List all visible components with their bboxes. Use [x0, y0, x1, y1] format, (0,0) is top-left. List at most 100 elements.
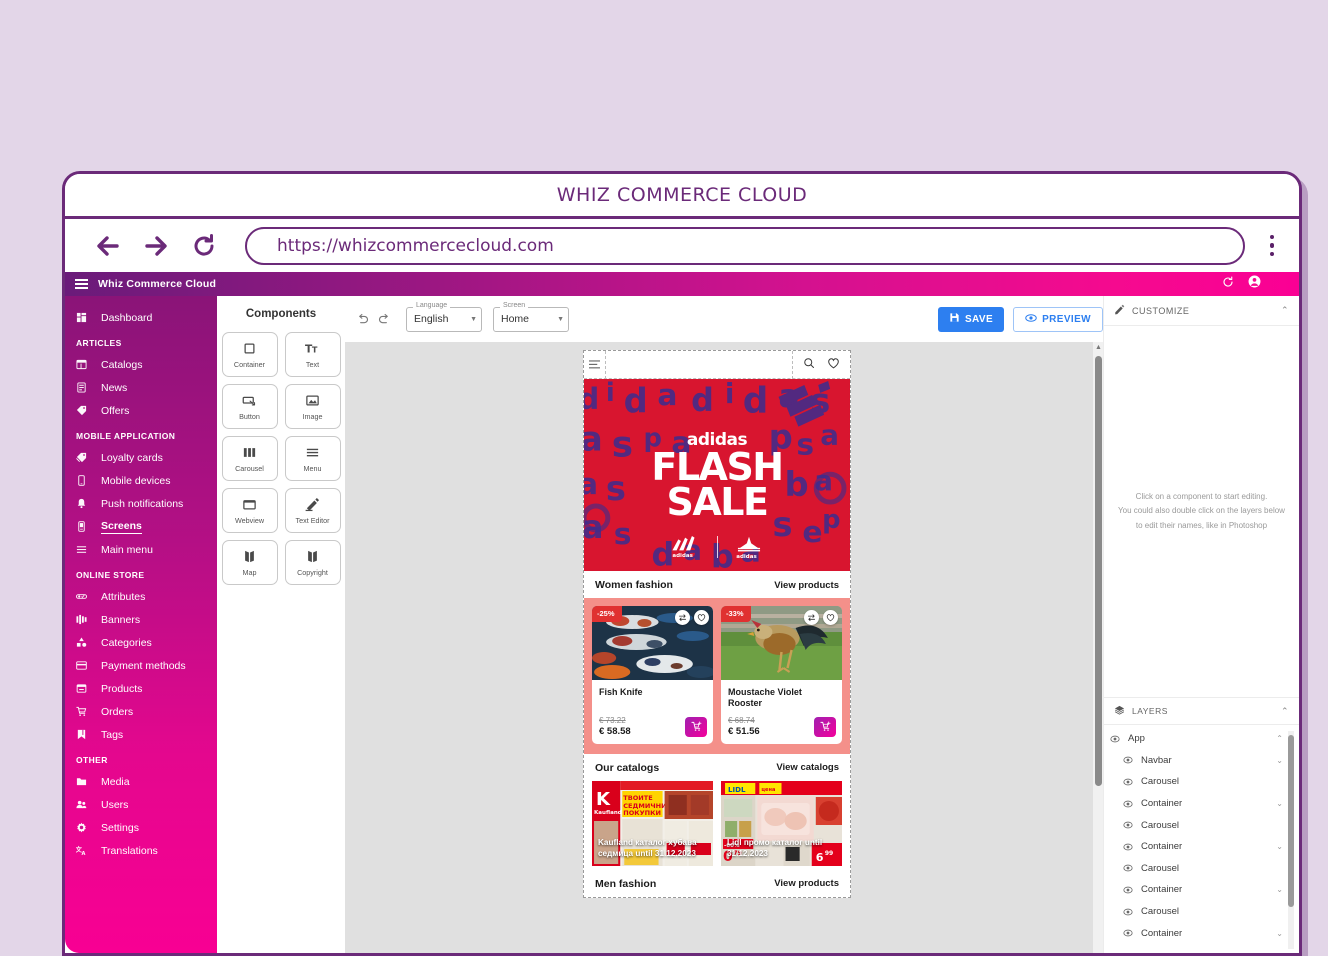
heart-outline-icon[interactable] [694, 610, 709, 625]
save-button[interactable]: SAVE [938, 307, 1004, 332]
section-header-our-catalogs[interactable]: Our catalogs View catalogs [584, 754, 850, 781]
component-tile-text-editor[interactable]: Text Editor [285, 488, 341, 533]
sidebar-item-loyalty-cards[interactable]: Loyalty cards [65, 446, 217, 469]
canvas-scrollbar-thumb[interactable] [1095, 356, 1102, 786]
layer-row[interactable]: Carousel [1104, 814, 1299, 836]
sidebar-item-media[interactable]: Media [65, 770, 217, 793]
eye-visibility-icon[interactable] [1117, 907, 1139, 917]
preview-button[interactable]: PREVIEW [1013, 307, 1103, 332]
preview-navbar[interactable] [584, 351, 850, 379]
design-canvas[interactable]: d i d a d i d a s a [345, 342, 1092, 953]
heart-outline-icon[interactable] [823, 610, 838, 625]
eye-visibility-icon[interactable] [1117, 863, 1139, 873]
hero-banner[interactable]: d i d a d i d a s a [584, 379, 850, 571]
component-tile-image[interactable]: Image [285, 384, 341, 429]
sidebar-item-users[interactable]: Users [65, 793, 217, 816]
component-tile-webview[interactable]: Webview [222, 488, 278, 533]
product-card[interactable]: -25% [592, 606, 713, 744]
account-circle-icon[interactable] [1248, 275, 1261, 293]
sidebar-item-tags[interactable]: Tags [65, 723, 217, 746]
chevron-down-icon[interactable]: ⌄ [1276, 885, 1283, 894]
layer-row[interactable]: Carousel [1104, 858, 1299, 880]
section-header-men-fashion[interactable]: Men fashion View products [584, 870, 850, 897]
chevron-up-icon[interactable]: ⌃ [1276, 734, 1283, 743]
layer-row[interactable]: Container⌄ [1104, 879, 1299, 901]
chevron-down-icon[interactable]: ⌄ [1276, 842, 1283, 851]
address-bar[interactable]: https://whizcommercecloud.com [245, 227, 1245, 265]
sidebar-item-settings[interactable]: Settings [65, 816, 217, 839]
reload-icon[interactable] [187, 229, 221, 263]
eye-visibility-icon[interactable] [1117, 928, 1139, 938]
product-card[interactable]: -33% [721, 606, 842, 744]
heart-icon[interactable] [827, 356, 840, 374]
layer-row[interactable]: Carousel [1104, 901, 1299, 923]
eye-visibility-icon[interactable] [1117, 777, 1139, 787]
canvas-scrollbar[interactable]: ▲ [1092, 342, 1103, 953]
sidebar-item-attributes[interactable]: Attributes [65, 585, 217, 608]
component-tile-copyright[interactable]: Copyright [285, 540, 341, 585]
eye-visibility-icon[interactable] [1117, 842, 1139, 852]
sidebar-item-push-notifications[interactable]: Push notifications [65, 492, 217, 515]
sidebar-item-dashboard[interactable]: Dashboard [65, 306, 217, 329]
preview-menu-icon[interactable] [584, 351, 606, 379]
sidebar-item-main-menu[interactable]: Main menu [65, 538, 217, 561]
sidebar-item-categories[interactable]: Categories [65, 631, 217, 654]
sidebar-item-orders[interactable]: Orders [65, 700, 217, 723]
sidebar-item-mobile-devices[interactable]: Mobile devices [65, 469, 217, 492]
layer-row[interactable]: Navbar⌄ [1104, 750, 1299, 772]
layer-row[interactable]: Container⌄ [1104, 836, 1299, 858]
scroll-up-arrow-icon[interactable]: ▲ [1095, 344, 1102, 351]
layers-header[interactable]: LAYERS ⌃ [1104, 697, 1299, 725]
component-tile-text[interactable]: TTText [285, 332, 341, 377]
sidebar-item-products[interactable]: Products [65, 677, 217, 700]
layer-row[interactable]: App⌃ [1104, 728, 1299, 750]
add-to-cart-icon[interactable] [814, 717, 836, 737]
sidebar-item-news[interactable]: News [65, 376, 217, 399]
redo-icon[interactable] [373, 308, 395, 330]
chevron-up-icon[interactable]: ⌃ [1281, 305, 1289, 316]
catalog-card[interactable]: LIDL цена -60 [721, 781, 842, 866]
back-arrow-icon[interactable] [91, 229, 125, 263]
eye-visibility-icon[interactable] [1117, 885, 1139, 895]
layers-list[interactable]: App⌃Navbar⌄CarouselContainer⌄CarouselCon… [1104, 725, 1299, 953]
component-tile-carousel[interactable]: Carousel [222, 436, 278, 481]
sidebar-item-payment-methods[interactable]: Payment methods [65, 654, 217, 677]
language-select[interactable]: Language English ▼ [406, 307, 482, 332]
eye-visibility-icon[interactable] [1117, 755, 1139, 765]
eye-visibility-icon[interactable] [1104, 734, 1126, 744]
catalogs-carousel[interactable]: K Kaufland ТВОИТЕ СЕДМИЧНИ ПОКУПКИ [584, 781, 850, 870]
section-link[interactable]: View products [774, 878, 839, 889]
layer-row[interactable]: Carousel [1104, 771, 1299, 793]
forward-arrow-icon[interactable] [139, 229, 173, 263]
sidebar-item-translations[interactable]: 文ATranslations [65, 839, 217, 862]
section-link[interactable]: View catalogs [776, 762, 839, 773]
layer-row[interactable]: Container⌄ [1104, 922, 1299, 944]
section-header-women-fashion[interactable]: Women fashion View products [584, 571, 850, 598]
catalog-card[interactable]: K Kaufland ТВОИТЕ СЕДМИЧНИ ПОКУПКИ [592, 781, 713, 866]
layers-scrollbar-thumb[interactable] [1288, 735, 1294, 907]
eye-visibility-icon[interactable] [1117, 799, 1139, 809]
chevron-down-icon[interactable]: ⌄ [1276, 929, 1283, 938]
sidebar-item-banners[interactable]: Banners [65, 608, 217, 631]
eye-visibility-icon[interactable] [1117, 820, 1139, 830]
component-tile-map[interactable]: Map [222, 540, 278, 585]
search-icon[interactable] [803, 356, 815, 374]
products-carousel[interactable]: -25% [584, 598, 850, 754]
phone-preview[interactable]: d i d a d i d a s a [583, 350, 851, 898]
chevron-up-icon[interactable]: ⌃ [1281, 706, 1289, 717]
kebab-menu-icon[interactable] [1259, 235, 1285, 257]
compare-arrows-icon[interactable] [675, 610, 690, 625]
sidebar-item-screens[interactable]: Screens [65, 515, 217, 538]
screen-select[interactable]: Screen Home ▼ [493, 307, 569, 332]
component-tile-container[interactable]: Container [222, 332, 278, 377]
refresh-icon[interactable] [1222, 275, 1234, 293]
sidebar-item-catalogs[interactable]: Catalogs [65, 353, 217, 376]
compare-arrows-icon[interactable] [804, 610, 819, 625]
hamburger-icon[interactable] [75, 279, 88, 289]
customize-header[interactable]: CUSTOMIZE ⌃ [1104, 296, 1299, 326]
section-link[interactable]: View products [774, 580, 839, 591]
component-tile-menu[interactable]: Menu [285, 436, 341, 481]
chevron-down-icon[interactable]: ⌄ [1276, 756, 1283, 765]
undo-icon[interactable] [351, 308, 373, 330]
layer-row[interactable]: Container⌄ [1104, 793, 1299, 815]
